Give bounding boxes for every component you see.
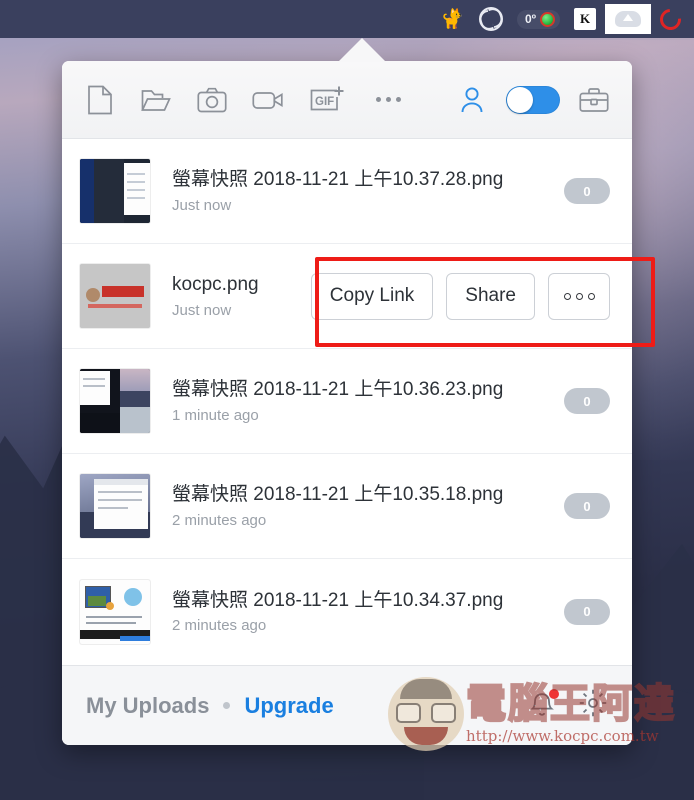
- view-count-badge: 0: [564, 598, 610, 625]
- k-app-icon[interactable]: K: [567, 4, 603, 34]
- table-row[interactable]: 螢幕快照 2018-11-21 上午10.34.37.png 2 minutes…: [62, 559, 632, 664]
- ellipsis-icon: [563, 292, 595, 300]
- file-timestamp: 1 minute ago: [172, 406, 259, 424]
- status-dot-icon: [540, 11, 555, 27]
- cloud-upload-icon[interactable]: [603, 4, 653, 34]
- file-timestamp: 2 minutes ago: [172, 617, 267, 635]
- popover-footer: My Uploads Upgrade: [62, 665, 632, 745]
- file-timestamp: Just now: [172, 301, 232, 319]
- screenshot-button[interactable]: [196, 84, 228, 116]
- svg-text:GIF: GIF: [315, 96, 334, 108]
- view-count-badge: 0: [564, 178, 610, 204]
- k-label: K: [574, 8, 596, 30]
- briefcase-icon[interactable]: [578, 84, 610, 116]
- table-row[interactable]: 螢幕快照 2018-11-21 上午10.37.28.png Just now …: [62, 139, 632, 244]
- toggle-knob: [507, 86, 533, 113]
- table-row[interactable]: kocpc.png Just now Copy Link Share: [62, 244, 632, 349]
- separator-dot: [223, 702, 231, 709]
- cat-glyph: 🐈: [441, 8, 465, 30]
- red-ring-icon[interactable]: [653, 4, 688, 34]
- sharing-toggle[interactable]: [506, 85, 560, 114]
- uploaded-files-list: 螢幕快照 2018-11-21 上午10.37.28.png Just now …: [62, 139, 632, 665]
- file-name: kocpc.png: [172, 274, 259, 296]
- new-file-button[interactable]: [84, 84, 116, 116]
- file-name: 螢幕快照 2018-11-21 上午10.35.18.png: [172, 484, 504, 506]
- popover-arrow: [338, 38, 386, 62]
- menu-bar: 🐈 0º K: [0, 0, 694, 38]
- file-thumbnail: [80, 579, 150, 644]
- file-thumbnail: [80, 474, 150, 538]
- file-timestamp: 2 minutes ago: [172, 511, 267, 529]
- file-thumbnail: [80, 159, 150, 223]
- file-timestamp: Just now: [172, 196, 232, 214]
- temperature-label: 0º: [524, 12, 536, 26]
- more-button[interactable]: [372, 84, 404, 116]
- table-row[interactable]: 螢幕快照 2018-11-21 上午10.35.18.png 2 minutes…: [62, 454, 632, 559]
- cat-icon[interactable]: 🐈: [434, 4, 472, 34]
- record-video-button[interactable]: [252, 84, 284, 116]
- copy-link-button[interactable]: Copy Link: [310, 272, 434, 320]
- view-count-badge: 0: [564, 388, 610, 414]
- file-name: 螢幕快照 2018-11-21 上午10.36.23.png: [172, 379, 504, 401]
- my-uploads-link[interactable]: My Uploads: [86, 693, 209, 719]
- table-row[interactable]: 螢幕快照 2018-11-21 上午10.36.23.png 1 minute …: [62, 349, 632, 454]
- share-button[interactable]: Share: [446, 272, 535, 320]
- desktop-background: 🐈 0º K GIF 螢幕快照 2018-11-21 上午10.37.28.pn…: [0, 0, 694, 800]
- upgrade-link[interactable]: Upgrade: [244, 693, 333, 719]
- file-thumbnail: [80, 264, 150, 328]
- file-name: 螢幕快照 2018-11-21 上午10.34.37.png: [172, 589, 504, 611]
- person-icon[interactable]: [456, 84, 488, 116]
- open-folder-button[interactable]: [140, 84, 172, 116]
- notification-dot: [549, 688, 559, 699]
- settings-button[interactable]: [578, 688, 608, 723]
- row-more-button[interactable]: [548, 272, 610, 320]
- gif-button[interactable]: GIF: [308, 84, 348, 116]
- temperature-indicator[interactable]: 0º: [510, 4, 567, 34]
- swirl-icon[interactable]: [472, 4, 510, 34]
- notifications-button[interactable]: [528, 688, 559, 721]
- popover-toolbar: GIF: [62, 61, 632, 139]
- uploads-popover: GIF 螢幕快照 2018-11-21 上午10.37.28.png Just …: [62, 61, 632, 745]
- file-name: 螢幕快照 2018-11-21 上午10.37.28.png: [172, 169, 504, 191]
- file-thumbnail: [80, 369, 150, 433]
- view-count-badge: 0: [564, 493, 610, 519]
